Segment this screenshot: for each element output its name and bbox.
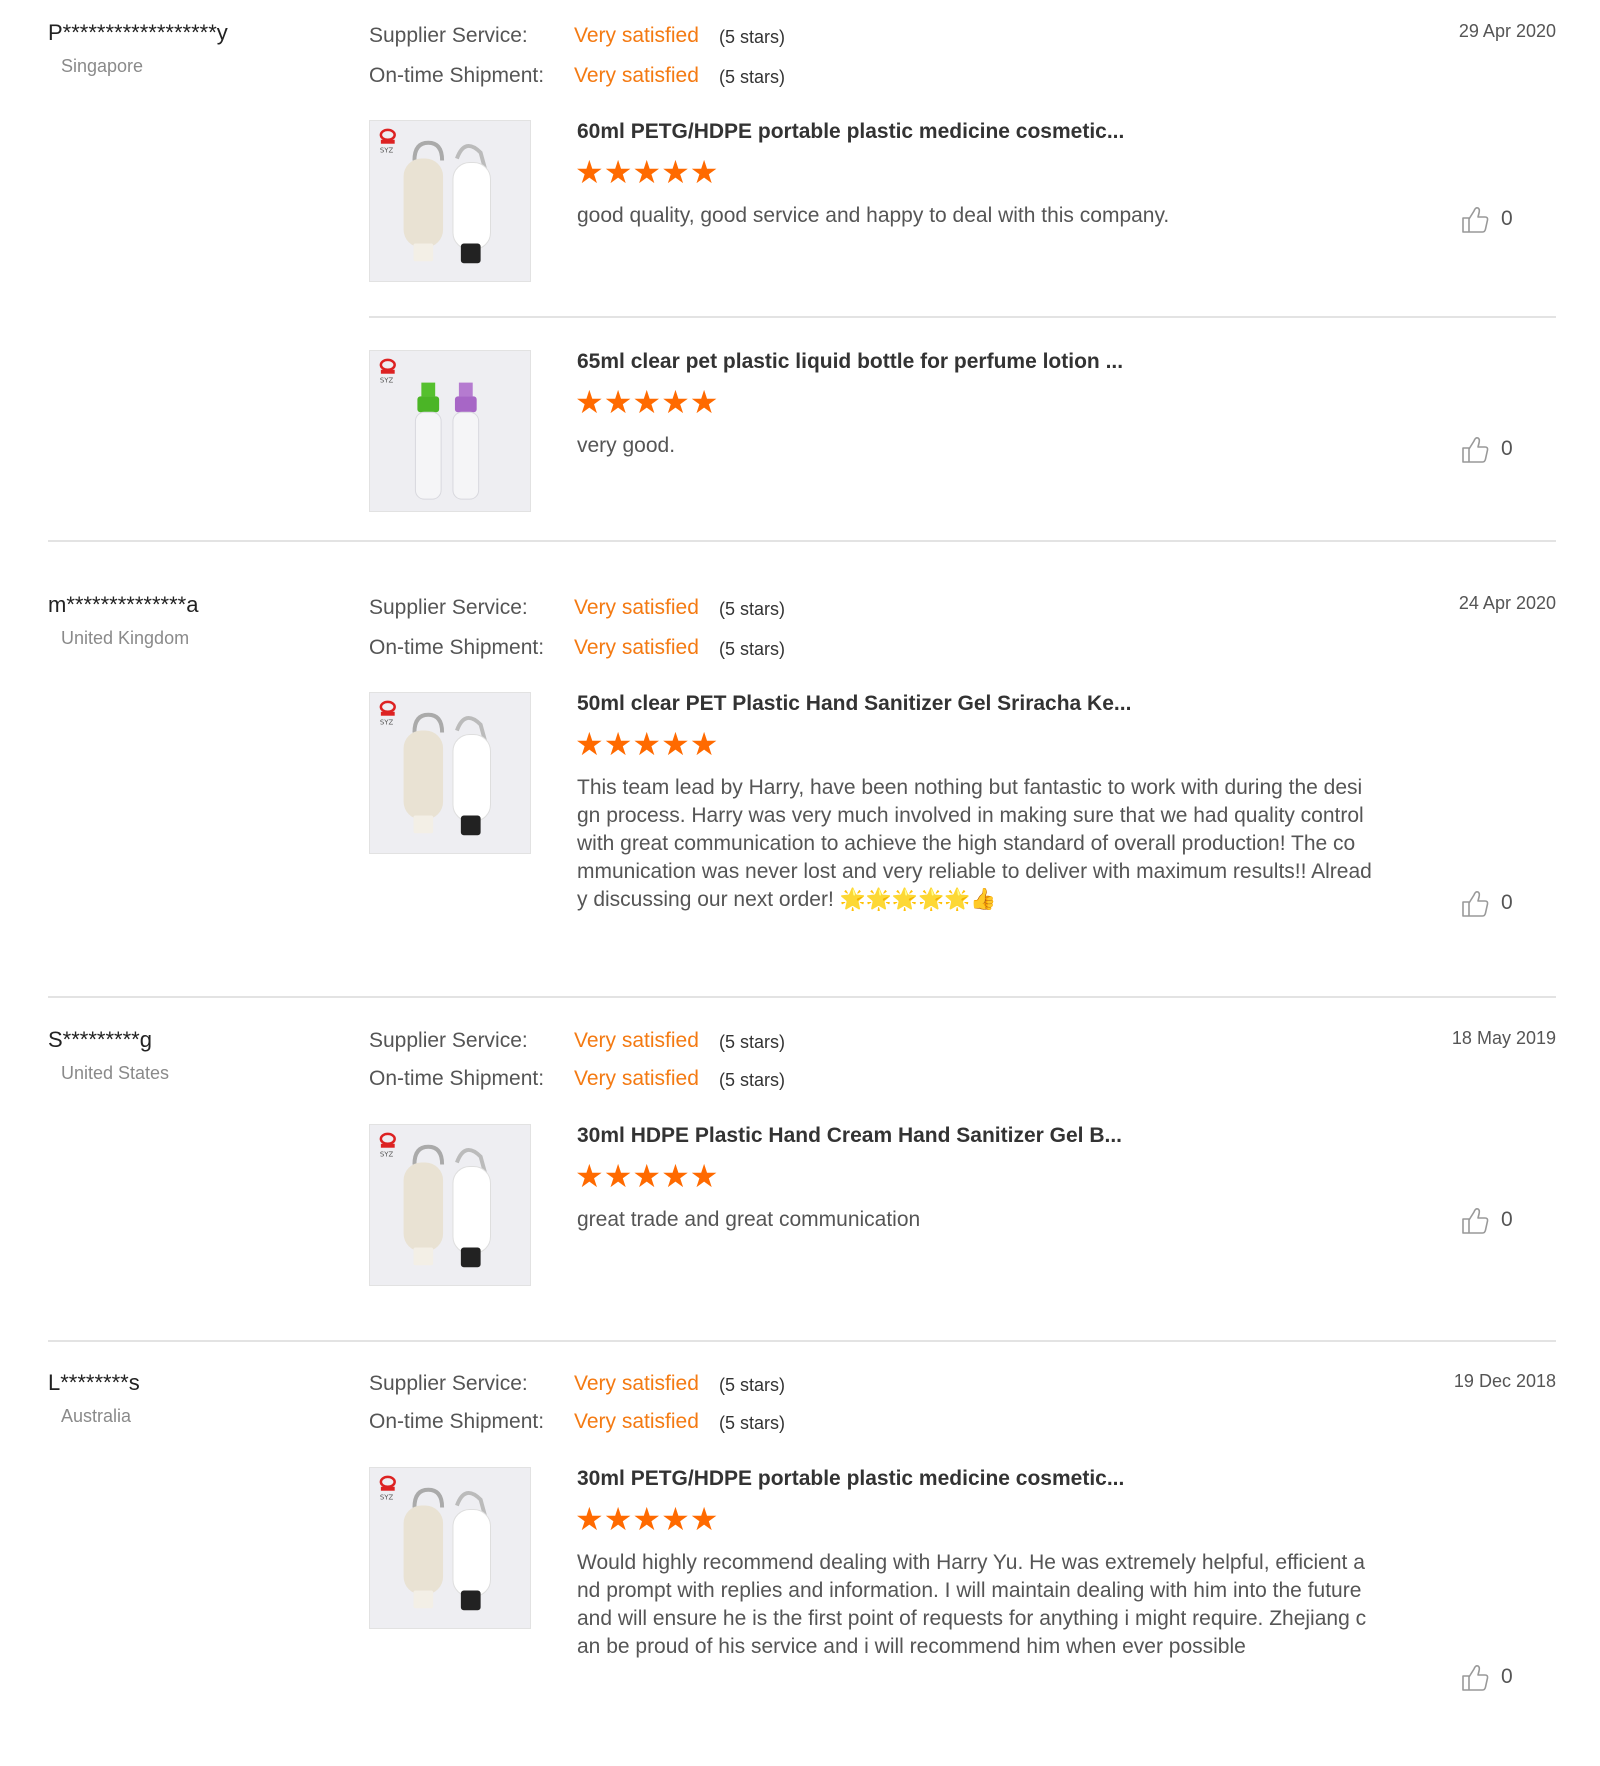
supplier-service-label: Supplier Service: [369, 24, 528, 47]
review-comment: This team lead by Harry, have been nothi… [577, 776, 1372, 911]
carabiner-bottles-icon [370, 121, 530, 281]
review-date: 24 Apr 2020 [1458, 593, 1556, 613]
product-star-rating: ★★★★★ [575, 1501, 719, 1537]
supplier-service-label: Supplier Service: [369, 596, 528, 619]
like-button[interactable]: 0 [1460, 1663, 1520, 1693]
reviews-list: P******************y Singapore 29 Apr 20… [0, 0, 1600, 1766]
ontime-shipment-stars: (5 stars) [719, 639, 786, 659]
review-card: m**************a United Kingdom 24 Apr 2… [48, 592, 1556, 998]
product-thumbnail[interactable] [369, 350, 531, 512]
product-star-rating: ★★★★★ [575, 384, 719, 420]
like-count: 0 [1501, 891, 1513, 914]
product-star-rating: ★★★★★ [575, 726, 719, 762]
product-title[interactable]: 60ml PETG/HDPE portable plastic medicine… [577, 120, 1124, 144]
like-button[interactable]: 0 [1460, 435, 1520, 465]
review-comment: good quality, good service and happy to … [577, 204, 1170, 227]
buyer-country: United States [61, 1063, 170, 1083]
review-date: 18 May 2019 [1451, 1028, 1556, 1048]
ontime-shipment-value: Very satisfied [574, 636, 699, 659]
supplier-service-value: Very satisfied [574, 1372, 699, 1395]
ontime-shipment-label: On-time Shipment: [369, 64, 545, 87]
supplier-service-stars: (5 stars) [719, 1032, 786, 1052]
thumbs-up-icon [1460, 1663, 1490, 1693]
supplier-service-label: Supplier Service: [369, 1029, 528, 1052]
like-button[interactable]: 0 [1460, 1206, 1520, 1236]
ontime-shipment-label: On-time Shipment: [369, 636, 545, 659]
supplier-service-value: Very satisfied [574, 596, 699, 619]
ontime-shipment-value: Very satisfied [574, 1410, 699, 1433]
like-button[interactable]: 0 [1460, 205, 1520, 235]
like-count: 0 [1501, 207, 1513, 230]
thumbs-up-icon [1460, 889, 1490, 919]
product-title[interactable]: 30ml HDPE Plastic Hand Cream Hand Saniti… [577, 1124, 1122, 1148]
review-item: 65ml clear pet plastic liquid bottle for… [369, 350, 1556, 516]
ontime-shipment-value: Very satisfied [574, 1067, 699, 1090]
buyer-name: m**************a [48, 592, 199, 617]
review-card: L********s Australia 19 Dec 2018 Supplie… [48, 1370, 1556, 1710]
thumbs-up-icon [1460, 205, 1490, 235]
supplier-service-stars: (5 stars) [719, 599, 786, 619]
review-date: 19 Dec 2018 [1453, 1371, 1556, 1391]
review-card: P******************y Singapore 29 Apr 20… [48, 20, 1556, 542]
like-count: 0 [1501, 437, 1513, 460]
product-star-rating: ★★★★★ [575, 1158, 719, 1194]
ontime-shipment-value: Very satisfied [574, 64, 699, 87]
ontime-shipment-stars: (5 stars) [719, 1070, 786, 1090]
supplier-service-stars: (5 stars) [719, 27, 786, 47]
review-comment: great trade and great communication [577, 1208, 921, 1231]
ontime-shipment-label: On-time Shipment: [369, 1410, 545, 1433]
buyer-name: P******************y [48, 20, 228, 45]
product-title[interactable]: 30ml PETG/HDPE portable plastic medicine… [577, 1467, 1124, 1491]
carabiner-bottles-icon [370, 693, 530, 853]
carabiner-bottles-icon [370, 1125, 530, 1285]
supplier-service-label: Supplier Service: [369, 1372, 528, 1395]
review-item: 50ml clear PET Plastic Hand Sanitizer Ge… [369, 692, 1556, 932]
thumbs-up-icon [1460, 1206, 1490, 1236]
like-count: 0 [1501, 1208, 1513, 1231]
carabiner-bottles-icon [370, 1468, 530, 1628]
buyer-name: L********s [48, 1370, 140, 1395]
buyer-country: Australia [61, 1406, 132, 1426]
buyer-name: S*********g [48, 1027, 152, 1052]
supplier-service-value: Very satisfied [574, 24, 699, 47]
spray-bottles-icon [370, 351, 530, 511]
review-comment: very good. [577, 434, 676, 457]
product-thumbnail[interactable] [369, 1124, 531, 1286]
thumbs-up-icon [1460, 435, 1490, 465]
product-star-rating: ★★★★★ [575, 154, 719, 190]
supplier-service-value: Very satisfied [574, 1029, 699, 1052]
review-item: 30ml PETG/HDPE portable plastic medicine… [369, 1467, 1556, 1707]
review-date: 29 Apr 2020 [1458, 21, 1556, 41]
like-count: 0 [1501, 1665, 1513, 1688]
ontime-shipment-label: On-time Shipment: [369, 1067, 545, 1090]
buyer-country: Singapore [61, 56, 144, 76]
product-thumbnail[interactable] [369, 692, 531, 854]
review-item: 60ml PETG/HDPE portable plastic medicine… [369, 120, 1556, 318]
ontime-shipment-stars: (5 stars) [719, 1413, 786, 1433]
product-thumbnail[interactable] [369, 1467, 531, 1629]
product-title[interactable]: 50ml clear PET Plastic Hand Sanitizer Ge… [577, 692, 1131, 716]
buyer-country: United Kingdom [61, 628, 190, 648]
review-comment: Would highly recommend dealing with Harr… [577, 1551, 1367, 1658]
ontime-shipment-stars: (5 stars) [719, 67, 786, 87]
like-button[interactable]: 0 [1460, 889, 1520, 919]
review-card: S*********g United States 18 May 2019 Su… [48, 1027, 1556, 1342]
product-title[interactable]: 65ml clear pet plastic liquid bottle for… [577, 350, 1123, 374]
review-item: 30ml HDPE Plastic Hand Cream Hand Saniti… [369, 1124, 1556, 1290]
supplier-service-stars: (5 stars) [719, 1375, 786, 1395]
product-thumbnail[interactable] [369, 120, 531, 282]
